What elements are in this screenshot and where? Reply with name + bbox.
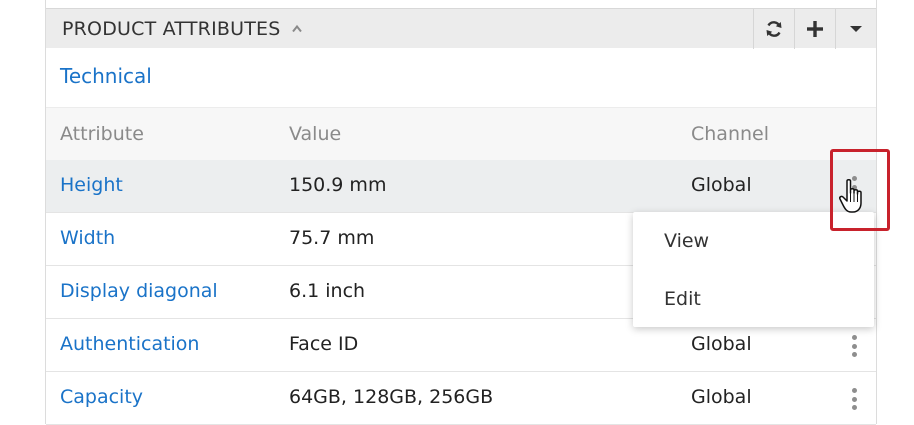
attribute-link[interactable]: Capacity <box>60 386 143 408</box>
plus-icon <box>807 21 823 37</box>
menu-item-edit[interactable]: Edit <box>664 288 701 310</box>
hand-pointer-cursor-icon <box>839 178 862 213</box>
attribute-channel: Global <box>691 386 752 408</box>
attribute-value: 6.1 inch <box>289 280 366 302</box>
attribute-link[interactable]: Display diagonal <box>60 280 218 302</box>
attribute-value: 150.9 mm <box>289 174 387 196</box>
section-title[interactable]: Technical <box>60 64 152 88</box>
column-header-attribute: Attribute <box>60 123 144 145</box>
options-dropdown-button[interactable] <box>835 9 876 49</box>
header-toolbar <box>753 9 876 49</box>
add-button[interactable] <box>794 9 835 49</box>
caret-down-icon <box>850 26 862 32</box>
table-header: Attribute Value Channel <box>46 107 876 160</box>
refresh-button[interactable] <box>753 9 794 49</box>
attribute-link[interactable]: Width <box>60 227 115 249</box>
column-header-value: Value <box>289 123 342 145</box>
panel-header: PRODUCT ATTRIBUTES <box>46 8 876 49</box>
attribute-channel: Global <box>691 174 752 196</box>
row-actions-kebab-icon[interactable] <box>846 388 862 410</box>
panel-title[interactable]: PRODUCT ATTRIBUTES <box>62 18 280 40</box>
attribute-value: 75.7 mm <box>289 227 375 249</box>
attribute-link[interactable]: Authentication <box>60 333 199 355</box>
table-row: Capacity 64GB, 128GB, 256GB Global <box>46 372 876 425</box>
attribute-value: Face ID <box>289 333 359 355</box>
table-row: Height 150.9 mm Global <box>46 160 876 213</box>
row-actions-kebab-icon[interactable] <box>846 335 862 357</box>
menu-item-view[interactable]: View <box>664 230 709 252</box>
attribute-link[interactable]: Height <box>60 174 123 196</box>
attribute-value: 64GB, 128GB, 256GB <box>289 386 494 408</box>
refresh-icon <box>766 21 782 37</box>
attribute-channel: Global <box>691 333 752 355</box>
column-header-channel: Channel <box>691 123 770 145</box>
collapse-chevron-icon[interactable] <box>292 24 302 34</box>
